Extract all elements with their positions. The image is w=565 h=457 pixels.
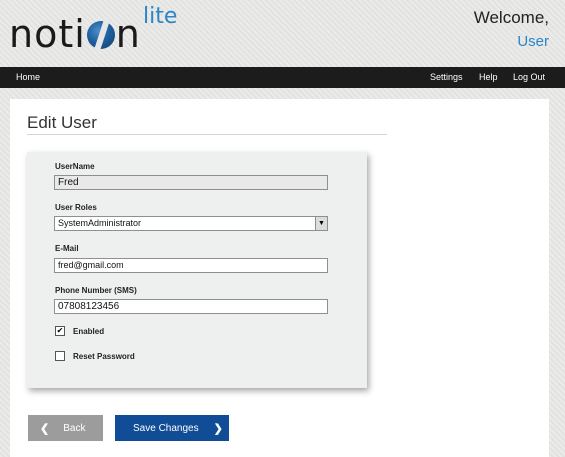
email-label: E-Mail (55, 244, 79, 253)
nav-home[interactable]: Home (16, 67, 40, 88)
save-button-label: Save Changes (133, 422, 199, 434)
user-roles-selected: SystemAdministrator (58, 218, 142, 228)
title-divider (27, 134, 387, 135)
username-field[interactable]: Fred (54, 175, 328, 190)
current-username[interactable]: User (474, 33, 549, 50)
user-roles-select[interactable]: SystemAdministrator ▼ (54, 216, 328, 231)
reset-password-row: Reset Password (55, 351, 135, 361)
content-panel: Edit User UserName Fred User Roles Syste… (10, 99, 549, 457)
save-changes-button[interactable]: Save Changes ❯ (115, 415, 229, 441)
enabled-label: Enabled (73, 326, 105, 336)
username-label: UserName (55, 162, 95, 171)
reset-password-label: Reset Password (73, 351, 135, 361)
header: noti n lite Welcome, User (0, 0, 565, 66)
welcome-text: Welcome, (473, 8, 549, 27)
welcome-block: Welcome, User (474, 8, 549, 50)
enabled-row: ✔ Enabled (55, 326, 104, 336)
back-button-label: Back (63, 422, 86, 434)
nav-help[interactable]: Help (479, 67, 498, 88)
edit-user-form: UserName Fred User Roles SystemAdministr… (27, 152, 367, 388)
phone-field[interactable]: 07808123456 (54, 299, 328, 314)
chevron-left-icon: ❮ (40, 422, 50, 435)
dropdown-arrow-icon[interactable]: ▼ (315, 217, 327, 230)
enabled-checkbox[interactable]: ✔ (55, 326, 65, 336)
logo-wordmark: noti n (9, 12, 141, 56)
logo-globe-icon (86, 21, 115, 49)
reset-password-checkbox[interactable] (55, 351, 65, 361)
page-title: Edit User (27, 113, 97, 132)
nav-logout[interactable]: Log Out (513, 67, 545, 88)
back-button[interactable]: ❮ Back (28, 415, 103, 441)
notion-logo[interactable]: noti n (9, 12, 141, 56)
chevron-right-icon: ❯ (213, 422, 223, 435)
phone-label: Phone Number (SMS) (55, 286, 137, 295)
nav-settings[interactable]: Settings (430, 67, 463, 88)
top-nav: Home Settings Help Log Out (0, 67, 565, 88)
email-field[interactable]: fred@gmail.com (54, 258, 328, 273)
logo-lite-label: lite (143, 4, 178, 29)
user-roles-label: User Roles (55, 203, 97, 212)
